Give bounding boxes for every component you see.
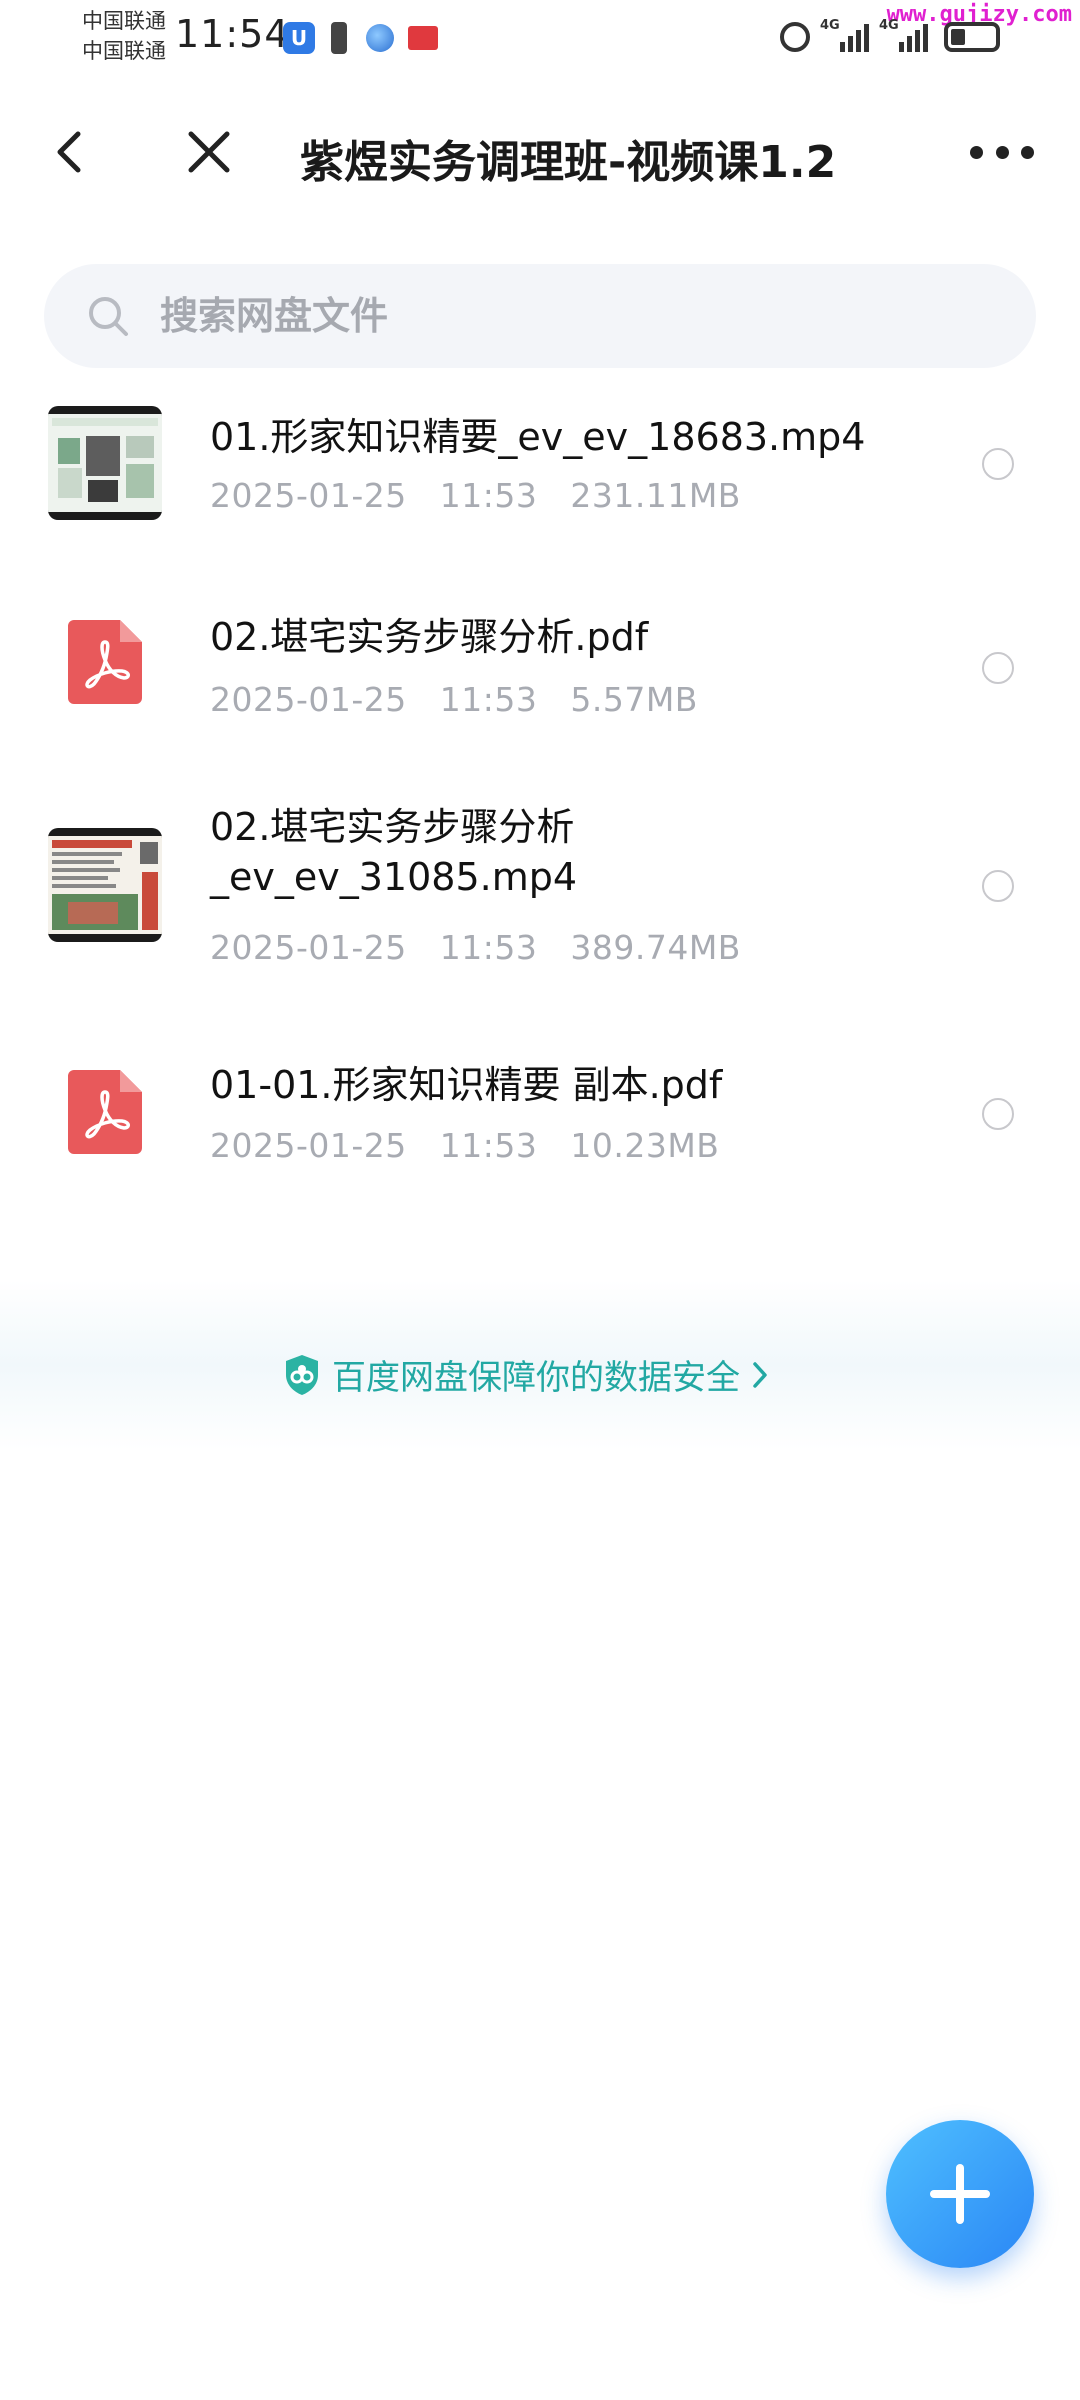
page-title: 紫煜实务调理班-视频课1.2 [300, 137, 837, 188]
search-bar[interactable] [44, 264, 1036, 368]
close-icon[interactable] [183, 126, 235, 178]
file-name: 01.形家知识精要_ev_ev_18683.mp4 [210, 415, 866, 459]
file-row[interactable]: 02.堪宅实务步骤分析_ev_ev_31085.mp4 2025-01-25 1… [0, 800, 1080, 990]
signal-icon: 4G [820, 18, 869, 52]
file-name: 02.堪宅实务步骤分析.pdf [210, 615, 649, 659]
search-input[interactable] [160, 294, 860, 338]
back-arrow-icon[interactable] [50, 128, 90, 176]
carrier-2: 中国联通 [82, 39, 166, 63]
pdf-file-icon [68, 620, 142, 704]
battery-icon [944, 22, 1000, 52]
notification-app-icon: U [283, 22, 315, 54]
pdf-file-icon [68, 1070, 142, 1154]
video-thumbnail [48, 828, 162, 942]
status-bar: 中国联通 中国联通 11:54 U www.gujizy.com 4G 4G [0, 0, 1080, 72]
chevron-right-icon [753, 1361, 767, 1388]
file-name: 02.堪宅实务步骤分析_ev_ev_31085.mp4 [210, 805, 578, 899]
select-radio[interactable] [982, 652, 1014, 684]
security-banner[interactable]: 百度网盘保障你的数据安全 [282, 1350, 770, 1399]
video-thumbnail [48, 406, 162, 520]
network-type-2: 4G [879, 18, 899, 33]
shield-icon [286, 1354, 318, 1395]
file-row[interactable]: 02.堪宅实务步骤分析.pdf 2025-01-25 11:53 5.57MB [0, 590, 1080, 740]
file-meta: 2025-01-25 11:53 389.74MB [210, 928, 741, 967]
top-app-bar: 紫煜实务调理班-视频课1.2 [0, 110, 1080, 194]
file-meta: 2025-01-25 11:53 231.11MB [210, 476, 741, 515]
status-clock: 11:54 [175, 12, 290, 56]
file-meta: 2025-01-25 11:53 10.23MB [210, 1126, 720, 1165]
select-radio[interactable] [982, 1098, 1014, 1130]
add-button[interactable] [886, 2120, 1034, 2268]
notification-browser-icon [366, 24, 394, 52]
signal-icon-2: 4G [879, 18, 928, 52]
file-name: 01-01.形家知识精要 副本.pdf [210, 1063, 723, 1107]
security-banner-text: 百度网盘保障你的数据安全 [332, 1358, 740, 1398]
select-radio[interactable] [982, 870, 1014, 902]
notification-alert-icon [331, 22, 347, 54]
select-radio[interactable] [982, 448, 1014, 480]
carrier-labels: 中国联通 中国联通 [82, 6, 166, 66]
alarm-icon [780, 22, 810, 52]
notification-book-icon [408, 26, 438, 50]
file-meta: 2025-01-25 11:53 5.57MB [210, 680, 698, 719]
more-options-icon[interactable] [970, 140, 1034, 164]
search-icon [89, 297, 128, 336]
file-row[interactable]: 01.形家知识精要_ev_ev_18683.mp4 2025-01-25 11:… [0, 390, 1080, 540]
network-type-1: 4G [820, 18, 840, 33]
status-indicators: 4G 4G [780, 18, 1000, 52]
file-row[interactable]: 01-01.形家知识精要 副本.pdf 2025-01-25 11:53 10.… [0, 1040, 1080, 1190]
carrier-1: 中国联通 [82, 9, 166, 33]
